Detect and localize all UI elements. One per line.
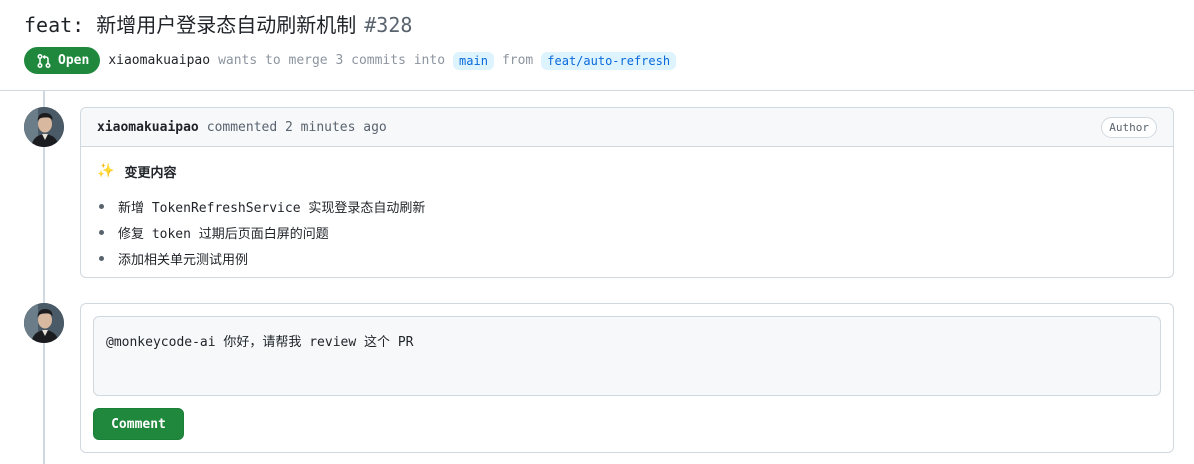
author-badge: Author xyxy=(1101,117,1157,138)
git-pull-request-icon xyxy=(37,53,51,68)
comment-button[interactable]: Comment xyxy=(93,408,184,440)
comment-textarea[interactable]: @monkeycode-ai 你好，请帮我 review 这个 PR xyxy=(93,316,1161,396)
bullet-icon xyxy=(99,229,104,235)
bullet-icon xyxy=(99,255,104,261)
merge-text: wants to merge 3 commits into xyxy=(218,53,446,68)
list-item: 修复 token 过期后页面白屏的问题 xyxy=(97,219,1157,245)
pr-title: feat: 新增用户登录态自动刷新机制 xyxy=(24,13,357,37)
new-comment-form: @monkeycode-ai 你好，请帮我 review 这个 PR Comme… xyxy=(80,303,1174,453)
from-text: from xyxy=(501,53,534,68)
bullet-icon xyxy=(99,203,104,209)
status-badge: Open xyxy=(24,47,101,74)
list-item-text: 添加相关单元测试用例 xyxy=(118,252,249,268)
head-branch[interactable]: feat/auto-refresh xyxy=(541,51,677,70)
avatar[interactable] xyxy=(24,107,64,147)
pr-author-link[interactable]: xiaomakuaipao xyxy=(108,53,210,68)
comment-header: xiaomakuaipao commented 2 minutes ago Au… xyxy=(81,108,1173,147)
status-label: Open xyxy=(58,53,90,68)
header-divider xyxy=(0,90,1194,91)
changes-list: 新增 TokenRefreshService 实现登录态自动刷新 修复 toke… xyxy=(97,193,1157,271)
list-item: 新增 TokenRefreshService 实现登录态自动刷新 xyxy=(97,193,1157,219)
base-branch[interactable]: main xyxy=(453,51,494,70)
list-item-text: 新增 TokenRefreshService 实现登录态自动刷新 xyxy=(118,200,426,216)
pr-description-comment: xiaomakuaipao commented 2 minutes ago Au… xyxy=(80,107,1174,278)
comment-meta[interactable]: commented 2 minutes ago xyxy=(207,120,387,135)
sparkles-icon: ✨ xyxy=(97,163,115,179)
pr-number: #328 xyxy=(364,13,413,37)
pr-meta-row: Open xiaomakuaipao wants to merge 3 comm… xyxy=(24,47,677,74)
changes-heading-label: 变更内容 xyxy=(124,165,177,181)
comment-body: ✨ 变更内容 新增 TokenRefreshService 实现登录态自动刷新 … xyxy=(81,147,1173,285)
list-item: 添加相关单元测试用例 xyxy=(97,245,1157,271)
comment-author[interactable]: xiaomakuaipao xyxy=(97,120,199,135)
pr-title-row: feat: 新增用户登录态自动刷新机制 #328 xyxy=(24,9,412,37)
list-item-text: 修复 token 过期后页面白屏的问题 xyxy=(118,226,329,242)
changes-heading: ✨ 变更内容 xyxy=(97,161,1157,181)
avatar[interactable] xyxy=(24,303,64,343)
